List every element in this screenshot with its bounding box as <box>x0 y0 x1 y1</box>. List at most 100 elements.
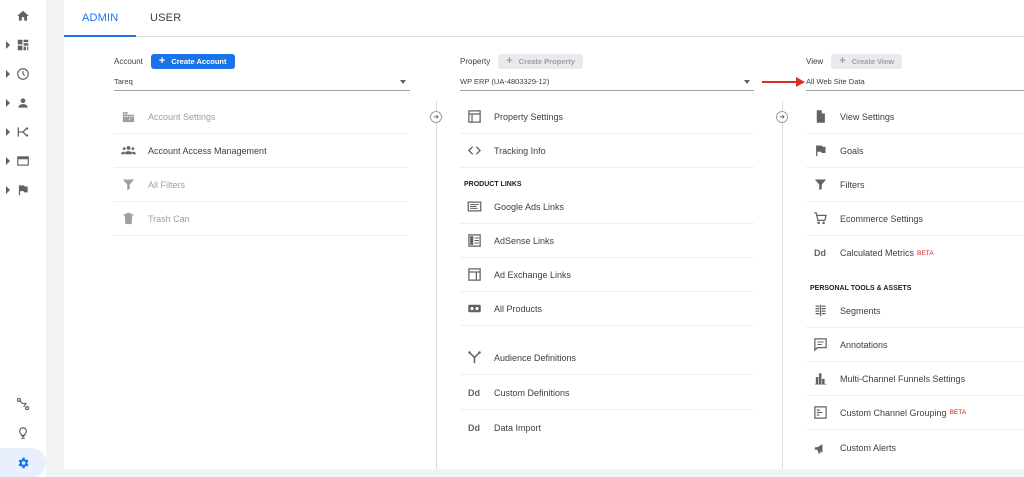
audience-icon <box>466 350 482 366</box>
expand-caret-icon <box>6 186 10 194</box>
expand-caret-icon <box>6 70 10 78</box>
expand-caret-icon <box>6 128 10 136</box>
trash-icon <box>120 211 136 227</box>
acquisition-icon <box>17 127 29 137</box>
customization-nav[interactable] <box>0 33 46 57</box>
custom-alerts-label: Custom Alerts <box>840 443 897 453</box>
home-nav[interactable] <box>0 4 46 28</box>
all-filters-item[interactable]: All Filters <box>114 168 408 202</box>
tab-user[interactable]: USER <box>132 0 199 37</box>
lightbulb-icon <box>19 427 27 439</box>
account-selector[interactable]: Tareq <box>114 73 410 91</box>
expand-arrow-icon[interactable]: ➜ <box>776 111 788 123</box>
expand-caret-icon <box>6 41 10 49</box>
annotations-label: Annotations <box>840 339 888 350</box>
beta-badge: BETA <box>949 409 967 416</box>
admin-nav[interactable] <box>0 448 46 477</box>
property-settings-item[interactable]: Property Settings <box>460 100 754 134</box>
account-access-item[interactable]: Account Access Management <box>114 134 408 168</box>
people-icon <box>120 143 136 159</box>
view-selected-value: All Web Site Data <box>806 77 865 86</box>
goals-item[interactable]: Goals <box>806 134 1024 168</box>
trash-can-item[interactable]: Trash Can <box>114 202 408 236</box>
create-account-button[interactable]: + Create Account <box>150 53 235 69</box>
custom-definitions-item[interactable]: Dd Custom Definitions <box>460 376 754 410</box>
filters-label: Filters <box>840 179 865 190</box>
custom-alerts-item[interactable]: Custom Alerts <box>806 431 1024 465</box>
segments-icon <box>812 303 828 319</box>
annotations-item[interactable]: Annotations <box>806 328 1024 362</box>
trash-can-label: Trash Can <box>148 213 190 224</box>
audience-nav[interactable] <box>0 91 46 115</box>
column-divider <box>436 101 437 469</box>
realtime-nav[interactable] <box>0 62 46 86</box>
document-icon <box>812 109 828 125</box>
property-settings-label: Property Settings <box>494 111 564 122</box>
filters-item[interactable]: Filters <box>806 168 1024 202</box>
tab-admin[interactable]: ADMIN <box>64 0 137 37</box>
home-icon <box>17 10 29 21</box>
segments-item[interactable]: Segments <box>806 294 1024 328</box>
dropdown-arrow-icon <box>400 80 406 84</box>
tab-bar: ADMIN USER <box>64 0 1024 37</box>
google-ads-links-label: Google Ads Links <box>494 201 565 212</box>
personal-tools-heading: PERSONAL TOOLS & ASSETS <box>810 285 912 292</box>
plus-icon: + <box>158 54 166 67</box>
property-header: Property + Create Property <box>460 53 583 69</box>
cart-icon <box>812 211 828 227</box>
all-products-item[interactable]: All Products <box>460 292 754 326</box>
ads-icon <box>466 199 482 215</box>
create-account-label: Create Account <box>171 56 227 66</box>
code-icon <box>466 143 482 159</box>
data-import-label: Data Import <box>494 423 542 433</box>
custom-definitions-label: Custom Definitions <box>494 387 570 398</box>
attribution-nav[interactable] <box>0 392 46 416</box>
column-divider <box>782 101 783 469</box>
create-view-button[interactable]: + Create View <box>831 53 903 69</box>
mcf-settings-label: Multi-Channel Funnels Settings <box>840 373 966 384</box>
account-header: Account + Create Account <box>114 53 235 69</box>
bar-chart-icon <box>812 371 828 387</box>
view-label: View <box>806 56 824 66</box>
flag-icon <box>18 184 28 196</box>
calculated-metrics-item[interactable]: Dd Calculated Metrics BETA <box>806 236 1024 270</box>
adsense-links-item[interactable]: AdSense Links <box>460 224 754 258</box>
adsense-links-label: AdSense Links <box>494 235 555 246</box>
conversions-nav[interactable] <box>0 178 46 202</box>
dd-icon: Dd <box>468 423 480 433</box>
adsense-icon <box>466 233 482 249</box>
audience-definitions-item[interactable]: Audience Definitions <box>460 341 754 375</box>
goals-label: Goals <box>840 145 864 156</box>
flag-icon <box>812 143 828 159</box>
mcf-settings-item[interactable]: Multi-Channel Funnels Settings <box>806 362 1024 396</box>
acquisition-nav[interactable] <box>0 120 46 144</box>
building-icon <box>120 109 136 125</box>
expand-caret-icon <box>6 99 10 107</box>
grouping-icon <box>812 405 828 421</box>
property-selector[interactable]: WP ERP (UA-4803329-12) <box>460 73 754 91</box>
behavior-nav[interactable] <box>0 149 46 173</box>
dd-icon: Dd <box>468 387 480 398</box>
admin-panel: ADMIN USER Account + Create Account Tare… <box>64 0 1024 477</box>
ad-exchange-links-label: Ad Exchange Links <box>494 269 572 280</box>
plus-icon: + <box>506 54 513 67</box>
google-ads-links-item[interactable]: Google Ads Links <box>460 190 754 224</box>
custom-channel-grouping-item[interactable]: Custom Channel Grouping BETA <box>806 396 1024 430</box>
data-import-item[interactable]: Dd Data Import <box>460 411 754 445</box>
expand-caret-icon <box>6 157 10 165</box>
discover-nav[interactable] <box>0 421 46 445</box>
clock-icon <box>17 68 29 80</box>
ecommerce-settings-item[interactable]: Ecommerce Settings <box>806 202 1024 236</box>
create-property-button[interactable]: + Create Property <box>498 53 583 69</box>
tracking-info-item[interactable]: Tracking Info <box>460 134 754 168</box>
expand-arrow-icon[interactable]: ➜ <box>430 111 442 123</box>
view-selector[interactable]: All Web Site Data <box>806 73 1024 91</box>
custom-channel-grouping-label: Custom Channel Grouping <box>840 407 947 418</box>
account-column: Account + Create Account Tareq Account S… <box>114 37 410 469</box>
ad-exchange-links-item[interactable]: Ad Exchange Links <box>460 258 754 292</box>
account-settings-item[interactable]: Account Settings <box>114 100 408 134</box>
view-settings-item[interactable]: View Settings <box>806 100 1024 134</box>
dropdown-arrow-icon <box>744 80 750 84</box>
products-icon <box>466 301 482 317</box>
property-selected-value: WP ERP (UA-4803329-12) <box>460 77 550 86</box>
